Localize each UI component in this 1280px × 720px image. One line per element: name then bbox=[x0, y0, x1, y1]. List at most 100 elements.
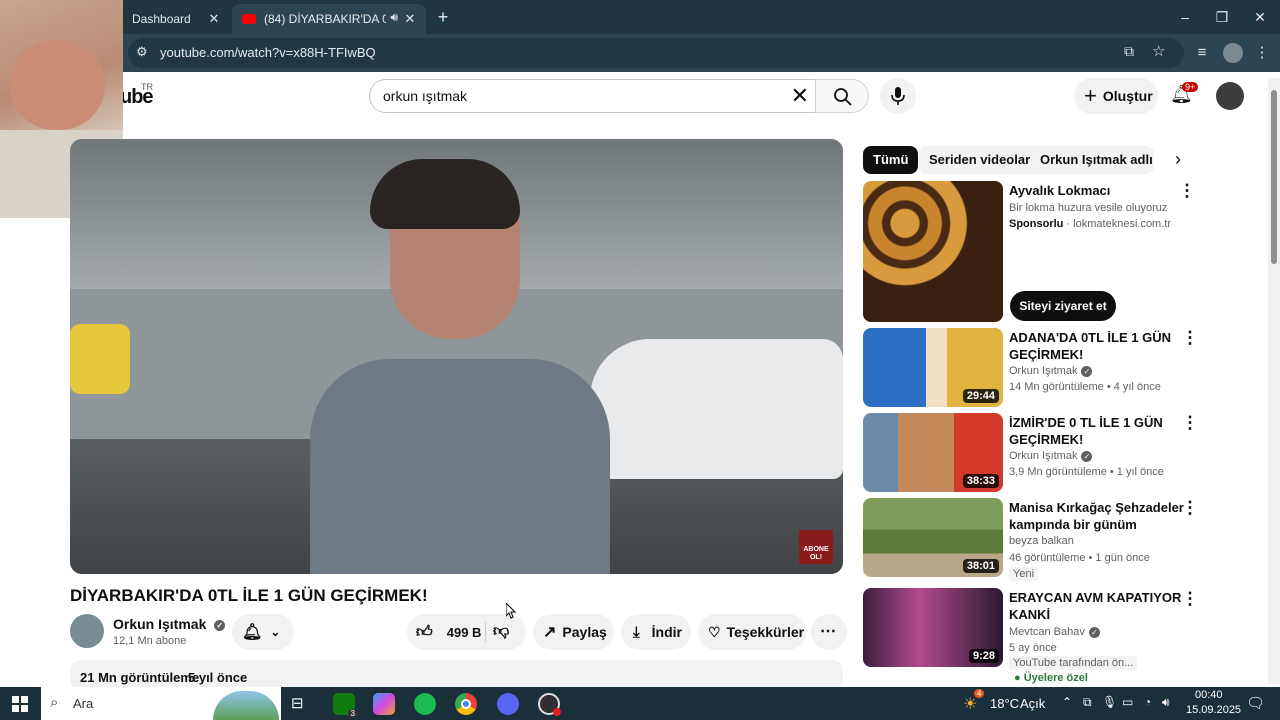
media-controls-icon[interactable]: ≡ bbox=[1191, 43, 1213, 63]
volume-icon[interactable]: 🔊︎ bbox=[1162, 695, 1170, 710]
new-badge: Yeni bbox=[1009, 567, 1039, 581]
search-button[interactable] bbox=[815, 79, 869, 113]
video-duration: 29:44 bbox=[962, 389, 999, 403]
rec-title-line2[interactable]: kampında bir günüm bbox=[1009, 516, 1137, 533]
channel-name[interactable]: Orkun Işıtmak ✓ bbox=[113, 616, 226, 632]
rec-title-line1[interactable]: Manisa Kırkağaç Şehzadeler bbox=[1009, 499, 1184, 516]
chip-series[interactable]: Seriden videolar bbox=[919, 146, 1041, 174]
account-avatar[interactable] bbox=[1216, 82, 1244, 110]
video-frame-taxi bbox=[70, 324, 130, 394]
search-box[interactable]: orkun ışıtmak ✕ bbox=[369, 79, 816, 113]
rec-title-line2[interactable]: GEÇİRMEK! bbox=[1009, 431, 1083, 448]
download-button[interactable]: ⤓ İndir bbox=[621, 614, 691, 650]
tray-overflow-icon[interactable]: ⌃ bbox=[1062, 695, 1072, 709]
maximize-button[interactable]: ❐ bbox=[1202, 6, 1242, 28]
weather-temperature[interactable]: 18°C bbox=[990, 696, 1019, 711]
chrome-app-icon[interactable] bbox=[455, 693, 477, 715]
minimize-button[interactable]: – bbox=[1165, 6, 1205, 28]
weather-description[interactable]: Açık bbox=[1020, 696, 1045, 711]
visit-site-button[interactable]: Siteyi ziyaret et bbox=[1010, 291, 1116, 321]
rec-title-line1[interactable]: İZMİR'DE 0 TL İLE 1 GÜN bbox=[1009, 414, 1163, 431]
notifications-badge: 9+ bbox=[1182, 82, 1199, 92]
rec-menu-icon[interactable]: ⋮ bbox=[1180, 328, 1200, 348]
more-actions-button[interactable]: ⋯ bbox=[811, 614, 847, 650]
search-input[interactable]: orkun ışıtmak bbox=[383, 88, 467, 104]
rec-title-line1[interactable]: ERAYCAN AVM KAPATIYOR bbox=[1009, 589, 1181, 606]
profile-avatar-icon[interactable] bbox=[1223, 43, 1243, 63]
subscribe-badge-label: ABONE OL! bbox=[803, 546, 829, 561]
windows-start-icon[interactable] bbox=[12, 696, 28, 712]
tray-app-icon[interactable]: ⧉ bbox=[1083, 695, 1092, 710]
rec-channel[interactable]: Mevtcan Bahav ✓ bbox=[1009, 624, 1100, 640]
obs-app-icon[interactable] bbox=[538, 693, 561, 716]
notifications-button[interactable]: 🔔︎ 9+ bbox=[1170, 82, 1199, 108]
clock-date[interactable]: 15.09.2025 bbox=[1186, 704, 1241, 716]
tab-youtube-video[interactable]: (84) DİYARBAKIR'DA 0TL İL 🔊︎ ✕ bbox=[232, 4, 426, 34]
close-window-button[interactable]: ✕ bbox=[1240, 6, 1280, 28]
description-box[interactable]: 21 Mn görüntüleme 5 yıl önce bbox=[70, 660, 843, 690]
ad-menu-icon[interactable]: ⋮ bbox=[1177, 181, 1197, 201]
tab-label: (84) DİYARBAKIR'DA 0TL İL bbox=[264, 12, 386, 26]
install-app-icon[interactable]: ⧉ bbox=[1124, 43, 1134, 60]
rec-thumbnail[interactable]: 29:44 bbox=[863, 328, 1003, 407]
search-icon: ⌕ bbox=[50, 694, 59, 711]
clock-time[interactable]: 00:40 bbox=[1195, 689, 1223, 701]
subscribe-overlay-badge[interactable]: ABONE OL! bbox=[799, 530, 833, 564]
chip-all[interactable]: Tümü bbox=[863, 146, 919, 174]
mouse-cursor-icon bbox=[506, 603, 516, 619]
chip-scroll-right-button[interactable]: › bbox=[1168, 149, 1188, 171]
rec-menu-icon[interactable]: ⋮ bbox=[1180, 498, 1200, 518]
wifi-icon[interactable]: ◔ bbox=[1144, 695, 1151, 709]
spotify-app-icon[interactable] bbox=[414, 693, 436, 715]
taskbar-search-box[interactable]: ⌕ Ara bbox=[41, 687, 281, 720]
rec-menu-icon[interactable]: ⋮ bbox=[1180, 413, 1200, 433]
subscription-bell-button[interactable]: 🔔︎ ⌄ bbox=[232, 614, 294, 650]
rec-title-line2[interactable]: GEÇİRMEK! bbox=[1009, 346, 1083, 363]
clear-search-icon[interactable]: ✕ bbox=[791, 83, 809, 109]
rec-channel-name: beyza balkan bbox=[1009, 535, 1074, 547]
page-scrollbar[interactable] bbox=[1268, 78, 1280, 684]
chip-channel[interactable]: Orkun Işıtmak adlı yü bbox=[1030, 146, 1154, 174]
rec-channel[interactable]: Orkun Işıtmak ✓ bbox=[1009, 363, 1093, 379]
share-button[interactable]: ↗ Paylaş bbox=[533, 614, 614, 650]
rec-channel[interactable]: Orkun Işıtmak ✓ bbox=[1009, 448, 1093, 464]
task-view-icon[interactable]: ⊟ bbox=[291, 694, 304, 712]
notification-center-icon[interactable]: 🗨︎ bbox=[1246, 694, 1265, 712]
new-tab-button[interactable]: + bbox=[432, 6, 454, 28]
battery-icon[interactable]: ▭ bbox=[1122, 695, 1133, 709]
xbox-app-icon[interactable]: 3 bbox=[333, 693, 358, 718]
tab-dashboard[interactable]: Dashboard ✕ bbox=[110, 4, 230, 34]
rec-title-line1[interactable]: ADANA'DA 0TL İLE 1 GÜN bbox=[1009, 329, 1171, 346]
site-info-icon[interactable]: ⚙ bbox=[136, 44, 148, 60]
rec-title-line2[interactable]: KANKİ bbox=[1009, 606, 1050, 623]
thanks-label: Teşekkürler bbox=[726, 624, 805, 640]
microphone-icon[interactable]: 🎙︎ bbox=[1102, 695, 1117, 709]
audio-playing-icon[interactable]: 🔊︎ bbox=[390, 10, 398, 25]
scrollbar-thumb[interactable] bbox=[1271, 90, 1277, 264]
channel-avatar[interactable] bbox=[70, 614, 104, 648]
address-bar[interactable]: ⚙ youtube.com/watch?v=x88H-TFIwBQ ⧉ ☆ bbox=[128, 38, 1184, 68]
promoted-badge: YouTube tarafından ön... bbox=[1009, 656, 1138, 670]
discord-app-icon[interactable] bbox=[497, 693, 519, 715]
copilot-app-icon[interactable] bbox=[373, 693, 395, 715]
rec-channel[interactable]: beyza balkan bbox=[1009, 533, 1074, 549]
dislike-button[interactable]: 👎︎ bbox=[493, 622, 509, 641]
like-count: 499 B bbox=[446, 624, 482, 640]
rec-thumbnail[interactable]: 9:28 bbox=[863, 588, 1003, 667]
view-count: 21 Mn görüntüleme bbox=[80, 670, 200, 685]
ad-title[interactable]: Ayvalık Lokmacı bbox=[1009, 182, 1110, 199]
rec-channel-name: Orkun Işıtmak bbox=[1009, 450, 1078, 462]
browser-menu-icon[interactable]: ⋮ bbox=[1251, 43, 1273, 63]
rec-menu-icon[interactable]: ⋮ bbox=[1180, 589, 1200, 609]
create-button[interactable]: + Oluştur bbox=[1074, 78, 1158, 114]
like-button[interactable]: 👍︎ 499 B bbox=[407, 623, 481, 642]
video-player[interactable]: ABONE OL! bbox=[70, 139, 843, 574]
ad-thumbnail[interactable] bbox=[863, 181, 1003, 322]
close-icon[interactable]: ✕ bbox=[402, 11, 418, 27]
rec-thumbnail[interactable]: 38:33 bbox=[863, 413, 1003, 492]
close-icon[interactable]: ✕ bbox=[206, 11, 222, 27]
thanks-button[interactable]: ♡ Teşekkürler bbox=[698, 614, 806, 650]
bookmark-star-icon[interactable]: ☆ bbox=[1152, 42, 1165, 60]
voice-search-button[interactable] bbox=[880, 78, 916, 114]
rec-thumbnail[interactable]: 38:01 bbox=[863, 498, 1003, 577]
